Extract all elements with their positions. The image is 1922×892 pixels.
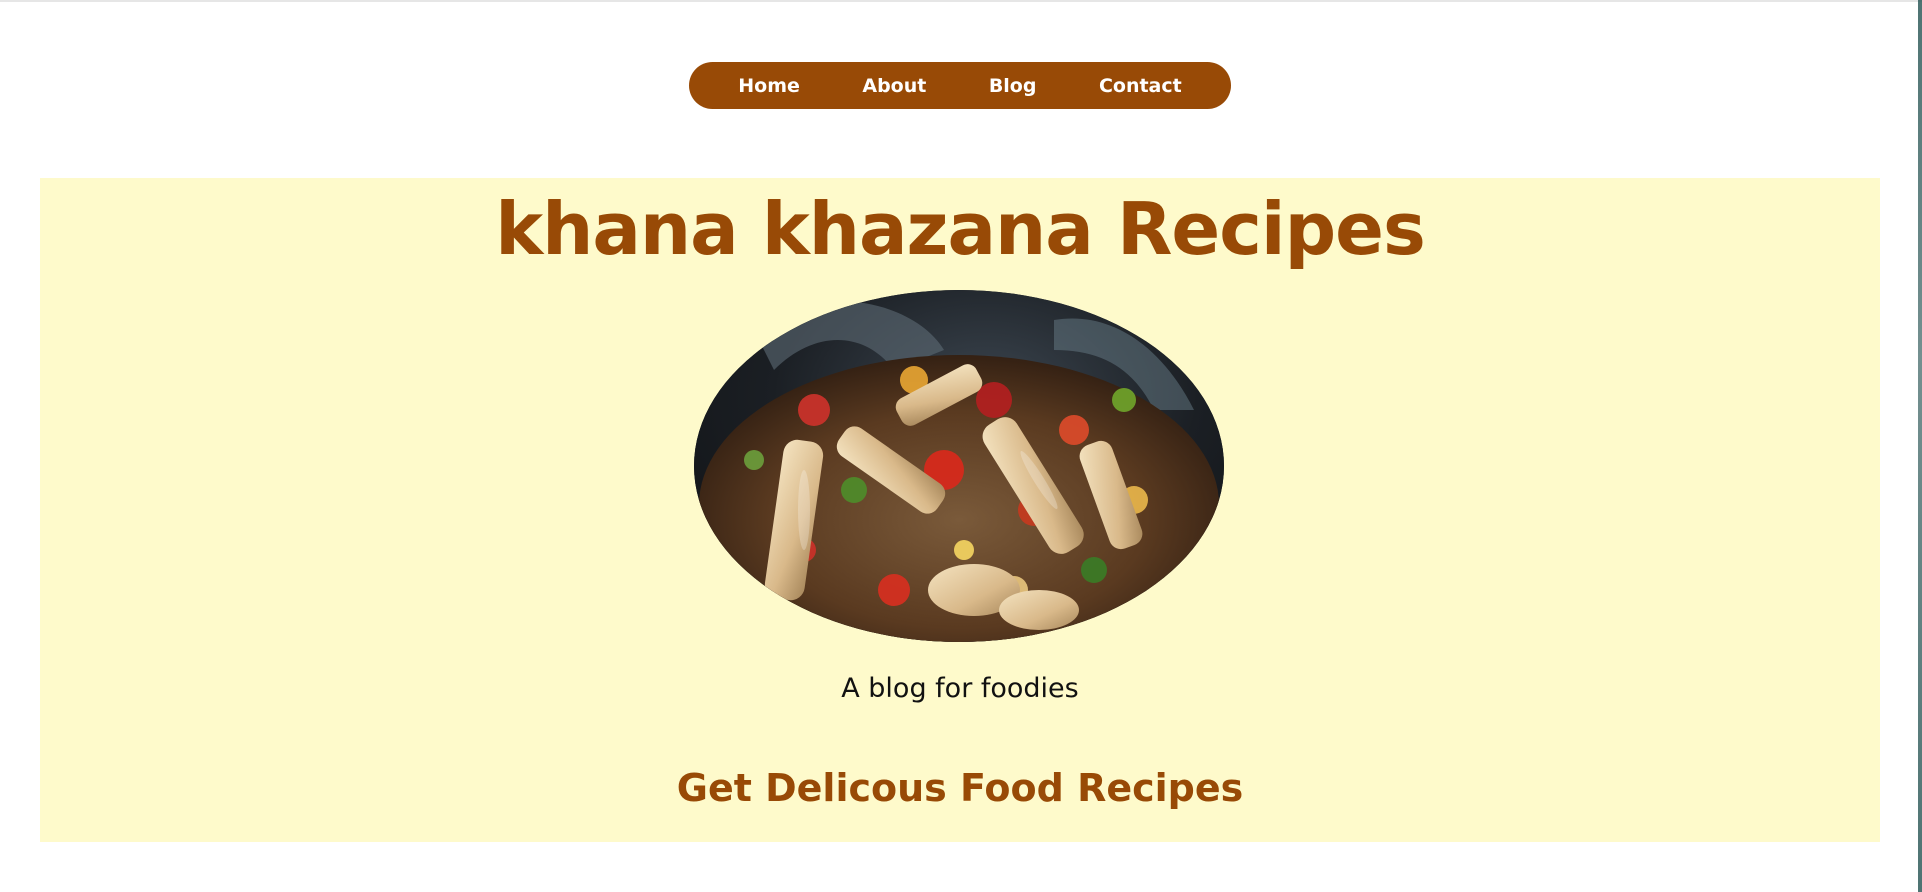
nav-link-about[interactable]: About xyxy=(856,69,932,103)
nav-link-contact[interactable]: Contact xyxy=(1093,69,1188,103)
window-edge-scrollbar[interactable] xyxy=(1918,0,1922,892)
nav-link-home[interactable]: Home xyxy=(732,69,806,103)
section-subheading: Get Delicous Food Recipes xyxy=(676,766,1244,810)
site-title: khana khazana Recipes xyxy=(495,187,1426,271)
tagline: A blog for foodies xyxy=(841,673,1079,704)
pasta-dish-illustration xyxy=(694,290,1224,642)
main-navigation: Home About Blog Contact xyxy=(689,62,1231,109)
hero-section: khana khazana Recipes A blog for foodies… xyxy=(40,178,1880,842)
top-divider xyxy=(0,0,1922,2)
pasta-dish-image xyxy=(694,290,1224,642)
nav-link-blog[interactable]: Blog xyxy=(983,69,1043,103)
page: Home About Blog Contact khana khazana Re… xyxy=(0,0,1922,892)
